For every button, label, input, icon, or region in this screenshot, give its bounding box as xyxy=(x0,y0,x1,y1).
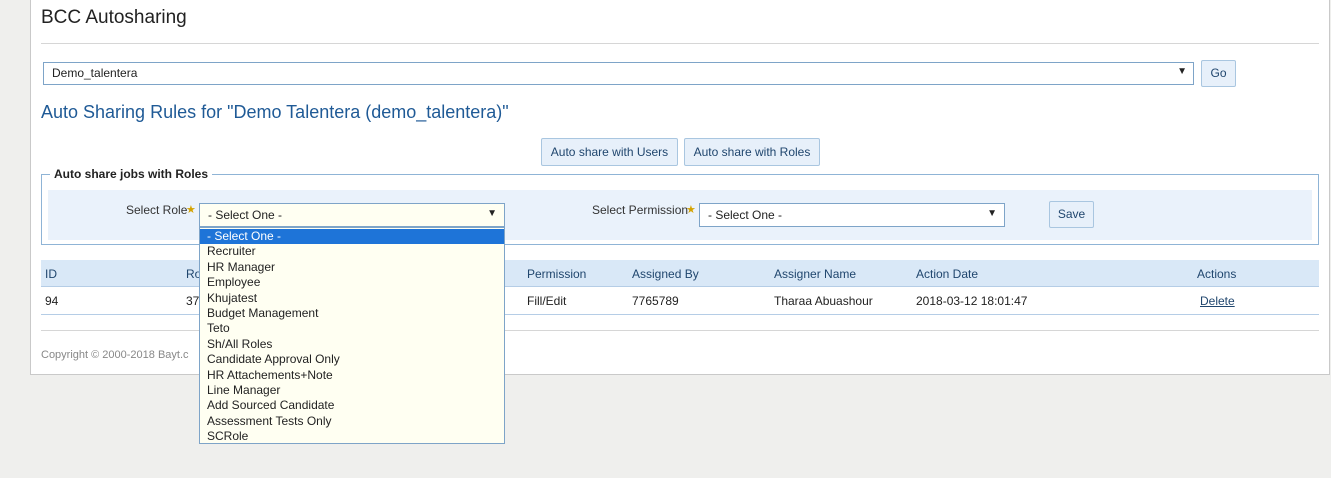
dropdown-arrow-icon: ▼ xyxy=(487,208,497,219)
auto-share-users-button[interactable]: Auto share with Users xyxy=(541,138,678,166)
permission-select-value: - Select One - xyxy=(708,208,783,222)
permission-select[interactable]: - Select One - ▼ xyxy=(699,203,1005,227)
role-option[interactable]: SCRole xyxy=(200,429,504,444)
dropdown-arrow-icon: ▼ xyxy=(1177,66,1187,77)
role-option[interactable]: Add Sourced Candidate xyxy=(200,398,504,413)
role-select[interactable]: - Select One - ▼ xyxy=(199,203,505,227)
role-label: Select Role xyxy=(126,203,188,217)
role-option[interactable]: Budget Management xyxy=(200,306,504,321)
role-option[interactable]: Khujatest xyxy=(200,291,504,306)
role-option[interactable]: Line Manager xyxy=(200,383,504,398)
role-option[interactable]: - Select One - xyxy=(200,229,504,245)
star-icon: ★ xyxy=(686,204,696,216)
cell-assigned-by: 7765789 xyxy=(632,294,679,308)
save-button[interactable]: Save xyxy=(1049,201,1094,228)
cell-role: 37 xyxy=(186,294,200,308)
column-header-actions: Actions xyxy=(1197,267,1237,281)
role-option[interactable]: Recruiter xyxy=(200,244,504,259)
go-button[interactable]: Go xyxy=(1201,60,1236,87)
role-option[interactable]: Teto xyxy=(200,321,504,336)
cell-permission: Fill/Edit xyxy=(527,294,567,308)
cell-id: 94 xyxy=(45,294,59,308)
copyright-text: Copyright © 2000-2018 Bayt.c xyxy=(41,349,189,361)
column-header-id[interactable]: ID xyxy=(45,267,57,281)
column-header-permission[interactable]: Permission xyxy=(527,267,586,281)
cell-assigner-name: Tharaa Abuashour xyxy=(774,294,873,308)
role-option[interactable]: HR Manager xyxy=(200,260,504,275)
company-select[interactable]: Demo_talentera ▼ xyxy=(43,62,1194,85)
star-icon: ★ xyxy=(186,204,196,216)
permission-label: Select Permission xyxy=(592,203,689,217)
title-divider xyxy=(41,43,1319,44)
dropdown-arrow-icon: ▼ xyxy=(987,208,997,219)
role-option[interactable]: Sh/All Roles xyxy=(200,337,504,352)
role-option[interactable]: Candidate Approval Only xyxy=(200,352,504,367)
fieldset-legend: Auto share jobs with Roles xyxy=(50,167,213,181)
delete-link[interactable]: Delete xyxy=(1200,294,1235,308)
column-header-action-date[interactable]: Action Date xyxy=(916,267,978,281)
cell-action-date: 2018-03-12 18:01:47 xyxy=(916,294,1028,308)
rules-title: Auto Sharing Rules for "Demo Talentera (… xyxy=(41,102,509,122)
role-select-value: - Select One - xyxy=(208,208,283,222)
role-option[interactable]: HR Attachements+Note xyxy=(200,368,504,383)
role-dropdown-list[interactable]: - Select One - Recruiter HR Manager Empl… xyxy=(199,227,505,444)
role-option[interactable]: Assessment Tests Only xyxy=(200,414,504,429)
page-title: BCC Autosharing xyxy=(41,7,187,28)
column-header-assigned-by[interactable]: Assigned By xyxy=(632,267,699,281)
company-select-value: Demo_talentera xyxy=(52,66,138,80)
auto-share-roles-button[interactable]: Auto share with Roles xyxy=(684,138,820,166)
role-option[interactable]: Employee xyxy=(200,275,504,290)
column-header-assigner-name[interactable]: Assigner Name xyxy=(774,267,856,281)
